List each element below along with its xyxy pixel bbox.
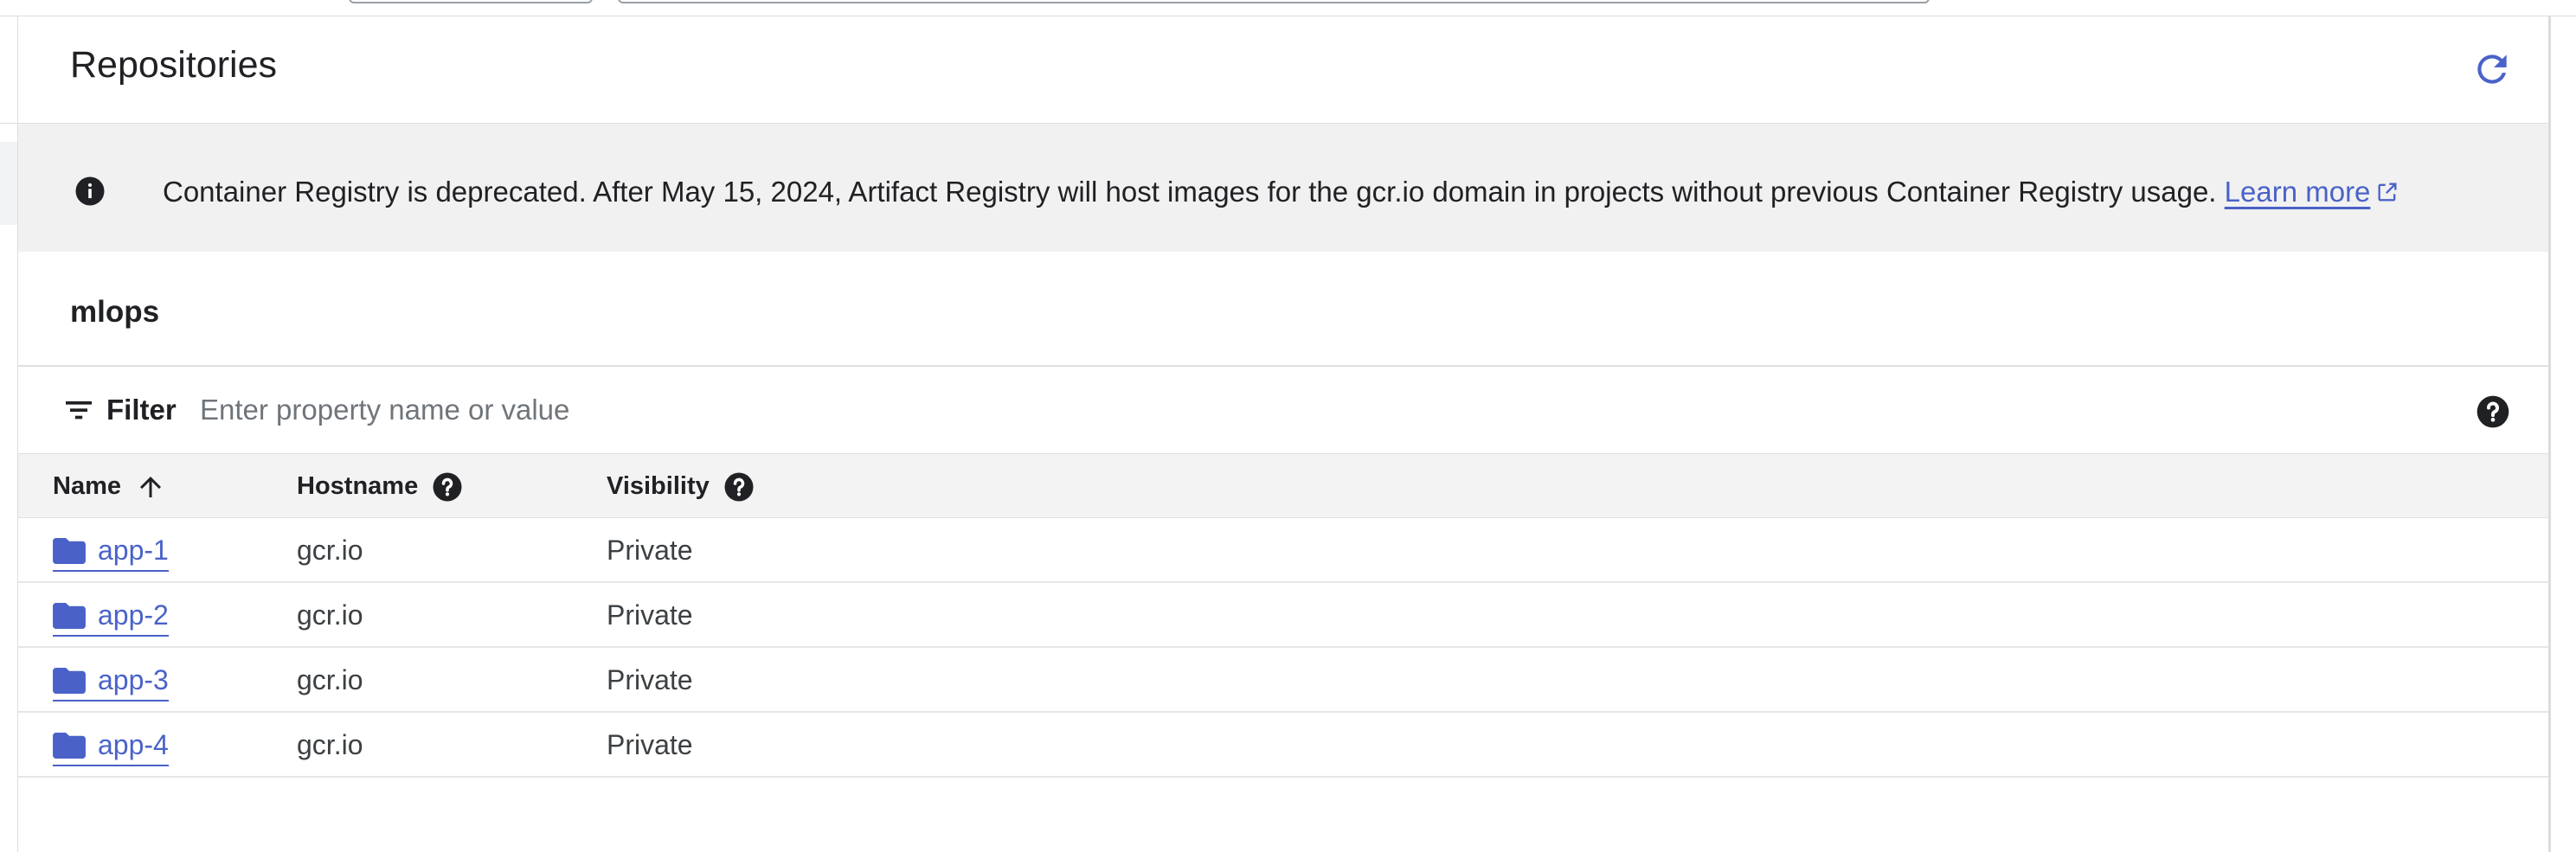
- repository-name: app-3: [98, 664, 169, 695]
- arrow-upward-icon[interactable]: [135, 471, 166, 503]
- repository-link[interactable]: app-2: [53, 599, 169, 637]
- table-row: app-2 gcr.io Private: [18, 583, 2548, 648]
- learn-more-link[interactable]: Learn more: [2225, 176, 2371, 208]
- cell-visibility: Private: [607, 599, 693, 631]
- learn-more-label: Learn more: [2224, 176, 2371, 208]
- open-in-new-icon[interactable]: [2375, 180, 2399, 204]
- project-name: mlops: [70, 295, 160, 329]
- filter-button[interactable]: Filter: [61, 391, 177, 429]
- filter-list-icon: [66, 401, 92, 420]
- toolbar-search-field[interactable]: [618, 0, 1930, 3]
- repository-link[interactable]: app-3: [53, 664, 169, 701]
- cell-name: app-2: [53, 583, 169, 648]
- page-title: Repositories: [70, 44, 277, 86]
- repository-name: app-1: [98, 535, 169, 566]
- column-header-name[interactable]: Name: [53, 454, 166, 519]
- folder-icon: [53, 537, 86, 564]
- table-header: Name Hostname Visibility: [18, 453, 2548, 518]
- folder-icon: [53, 602, 86, 629]
- column-label-visibility: Visibility: [607, 472, 710, 500]
- cell-hostname: gcr.io: [297, 535, 363, 566]
- column-header-hostname: Hostname: [297, 454, 463, 519]
- banner-message: Container Registry is deprecated. After …: [163, 176, 2217, 208]
- filter-bar: Filter: [18, 367, 2548, 453]
- table-row: app-4 gcr.io Private: [18, 713, 2548, 778]
- deprecation-banner: Container Registry is deprecated. After …: [18, 123, 2548, 252]
- repository-name: app-4: [98, 729, 169, 760]
- folder-icon: [53, 732, 86, 759]
- right-panel-border: [2548, 16, 2551, 852]
- cell-name: app-1: [53, 518, 169, 583]
- gutter-selected-band: [0, 142, 17, 225]
- help-icon[interactable]: [723, 471, 755, 503]
- gutter-divider: [0, 123, 17, 124]
- refresh-button[interactable]: [2470, 48, 2514, 91]
- cell-hostname: gcr.io: [297, 664, 363, 695]
- cell-visibility: Private: [607, 535, 693, 566]
- filter-label: Filter: [106, 394, 177, 426]
- folder-icon: [53, 667, 86, 694]
- table-body: app-1 gcr.io Private app-2 gcr.io Privat…: [18, 518, 2548, 778]
- info-icon: [75, 176, 105, 206]
- repositories-panel: Repositories Container Registry is depre…: [18, 16, 2548, 852]
- help-icon[interactable]: [2476, 394, 2510, 429]
- column-label-name: Name: [53, 472, 121, 500]
- table-row: app-1 gcr.io Private: [18, 518, 2548, 583]
- help-icon[interactable]: [432, 471, 463, 503]
- top-toolbar-strip: [0, 0, 2576, 16]
- table-row: app-3 gcr.io Private: [18, 648, 2548, 713]
- column-header-visibility: Visibility: [607, 454, 755, 519]
- cell-hostname: gcr.io: [297, 729, 363, 760]
- repository-link[interactable]: app-4: [53, 729, 169, 766]
- cell-visibility: Private: [607, 729, 693, 760]
- panel-header: Repositories: [18, 16, 2548, 123]
- cell-name: app-3: [53, 648, 169, 713]
- banner-message-line: Container Registry is deprecated. After …: [163, 176, 2399, 208]
- refresh-icon: [2477, 54, 2507, 84]
- left-nav-gutter: [0, 16, 18, 852]
- filter-input[interactable]: [200, 386, 2277, 434]
- cell-visibility: Private: [607, 664, 693, 695]
- repository-name: app-2: [98, 599, 169, 631]
- cell-hostname: gcr.io: [297, 599, 363, 631]
- column-label-hostname: Hostname: [297, 472, 419, 500]
- toolbar-field-left[interactable]: [349, 0, 593, 3]
- cell-name: app-4: [53, 713, 169, 778]
- repository-link[interactable]: app-1: [53, 535, 169, 572]
